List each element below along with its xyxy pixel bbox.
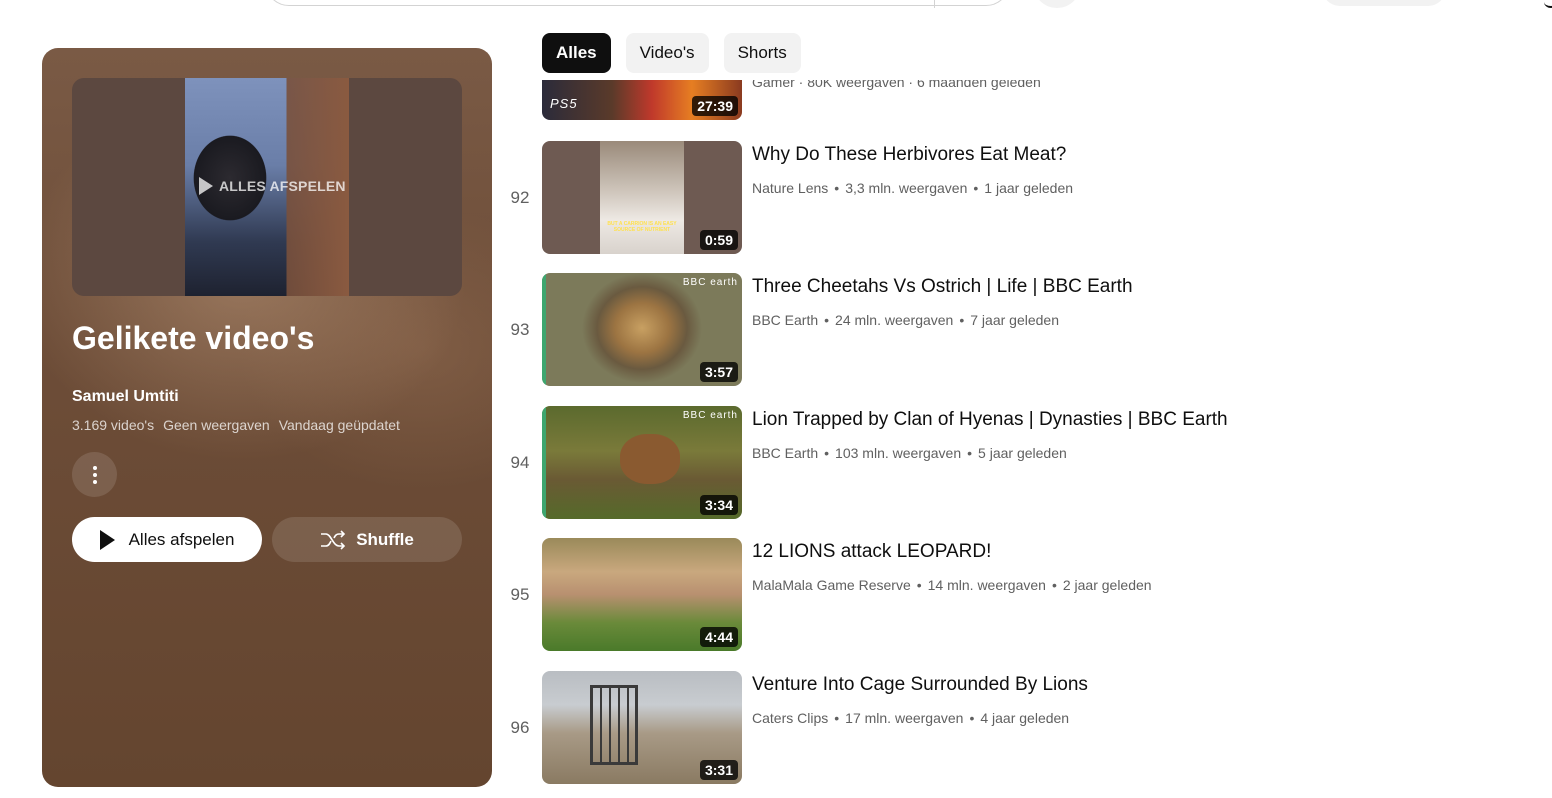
video-title[interactable]: Three Cheetahs Vs Ostrich | Life | BBC E… [752,276,1133,298]
playlist-video-row[interactable]: 96 3:31 Venture Into Cage Surrounded By … [505,671,1505,784]
chip-videos[interactable]: Video's [625,33,709,73]
video-thumbnail[interactable]: BBC earth 3:57 [542,273,742,386]
view-count: Geen weergaven [163,417,270,433]
search-input[interactable] [265,0,1010,6]
video-count: 3.169 video's [72,417,155,433]
channel-name[interactable]: BBC Earth [752,445,818,461]
filter-chips: Alles Video's Shorts [542,33,801,73]
video-index: 92 [510,187,530,207]
video-title[interactable]: Why Do These Herbivores Eat Meat? [752,144,1066,166]
voice-search-button[interactable] [1034,0,1080,8]
ps5-logo: PS5 [550,96,578,111]
playlist-video-row[interactable]: 94 BBC earth 3:34 Lion Trapped by Clan o… [505,406,1505,519]
upload-age: 7 jaar geleden [970,312,1059,328]
top-bar [0,0,1552,10]
bbc-earth-logo: BBC earth [682,277,738,288]
account-icon[interactable] [1544,0,1552,8]
video-title[interactable]: 12 LIONS attack LEOPARD! [752,541,991,563]
video-index: 95 [510,584,530,604]
duration-badge: 3:31 [699,760,738,780]
video-index: 93 [510,319,530,339]
video-meta: Nature Lens • 3,3 mln. weergaven • 1 jaar ge… [752,180,1074,196]
play-all-button[interactable]: Alles afspelen [72,517,262,562]
upload-age: 2 jaar geleden [1062,577,1152,593]
bbc-earth-logo: BBC earth [682,410,738,421]
upload-age: 1 jaar geleden [984,180,1074,196]
video-thumbnail[interactable]: BBC earth 3:34 [542,406,742,519]
video-thumbnail[interactable]: 4:44 [542,538,742,651]
shuffle-button[interactable]: Shuffle [272,517,462,562]
play-all-label: Alles afspelen [128,529,235,549]
playlist-video-row[interactable]: 92 BUT A CARRION IS AN EASY SOURCE OF NU… [505,141,1505,254]
playlist-header-panel: ALLES AFSPELEN Gelikete video's Samuel U… [42,48,492,787]
video-thumbnail[interactable]: 3:31 [542,671,742,784]
video-meta: Caters Clips • 17 mln. weergaven • 4 jaar ge… [752,710,1070,726]
last-updated: Vandaag geüpdatet [278,417,400,433]
play-all-overlay-label: ALLES AFSPELEN [219,178,346,194]
video-meta: BBC Earth • 24 mln. weergaven • 7 jaar geled… [752,312,1059,328]
more-actions-button[interactable] [72,452,117,497]
playlist-video-row[interactable]: 93 BBC earth 3:57 Three Cheetahs Vs Ostr… [505,273,1505,386]
view-count: 17 mln. weergaven [845,710,964,726]
thumbnail-image [590,685,638,765]
playlist-title: Gelikete video's [72,320,315,356]
video-thumbnail[interactable]: BUT A CARRION IS AN EASY SOURCE OF NUTRI… [542,141,742,254]
view-count: 14 mln. weergaven [927,577,1046,593]
duration-badge: 3:57 [699,362,738,382]
thumbnail-accent [542,406,546,519]
thumbnail-caption: BUT A CARRION IS AN EASY SOURCE OF NUTRI… [607,221,677,233]
view-count: 3,3 mln. weergaven [845,180,968,196]
duration-badge: 0:59 [699,230,738,250]
duration-badge: 27:39 [692,96,738,116]
thumbnail-image [620,434,680,484]
shuffle-icon [321,529,346,550]
shuffle-label: Shuffle [356,529,414,549]
chip-shorts[interactable]: Shorts [723,33,801,73]
playlist-thumbnail[interactable]: ALLES AFSPELEN [72,78,462,296]
upload-age: 4 jaar geleden [980,710,1070,726]
play-all-overlay[interactable]: ALLES AFSPELEN [199,177,346,195]
chip-all[interactable]: Alles [542,33,611,73]
play-icon [99,529,115,550]
upload-age: 5 jaar geleden [978,445,1067,461]
channel-name[interactable]: Caters Clips [752,710,828,726]
video-index: 96 [510,717,530,737]
view-count: 103 mln. weergaven [835,445,962,461]
duration-badge: 4:44 [699,627,738,647]
channel-name[interactable]: Nature Lens [752,180,828,196]
thumbnail-image: BUT A CARRION IS AN EASY SOURCE OF NUTRI… [600,141,684,254]
search-divider [934,0,935,8]
playlist-video-row[interactable]: 95 4:44 12 LIONS attack LEOPARD! MalaMal… [505,538,1505,651]
playlist-stats: 3.169 video's Geen weergaven Vandaag geü… [72,417,400,433]
video-title[interactable]: Venture Into Cage Surrounded By Lions [752,674,1088,696]
channel-name[interactable]: BBC Earth [752,312,818,328]
video-meta: MalaMala Game Reserve • 14 mln. weergaven •… [752,577,1152,593]
channel-name[interactable]: MalaMala Game Reserve [752,577,911,593]
more-vert-icon [92,465,97,484]
video-meta: BBC Earth • 103 mln. weergaven • 5 jaar gele… [752,445,1067,461]
duration-badge: 3:34 [699,495,738,515]
video-meta-partial: Gamer · 80K weergaven · 6 maanden gelede… [752,74,1041,90]
playlist-owner[interactable]: Samuel Umtiti [72,388,179,406]
create-button[interactable] [1322,0,1446,6]
thumbnail-accent [542,273,546,386]
video-title[interactable]: Lion Trapped by Clan of Hyenas | Dynasti… [752,409,1228,431]
video-thumbnail-partial[interactable]: PS5 27:39 [542,80,742,120]
play-icon [199,177,213,195]
video-index: 94 [510,452,530,472]
view-count: 24 mln. weergaven [835,312,954,328]
